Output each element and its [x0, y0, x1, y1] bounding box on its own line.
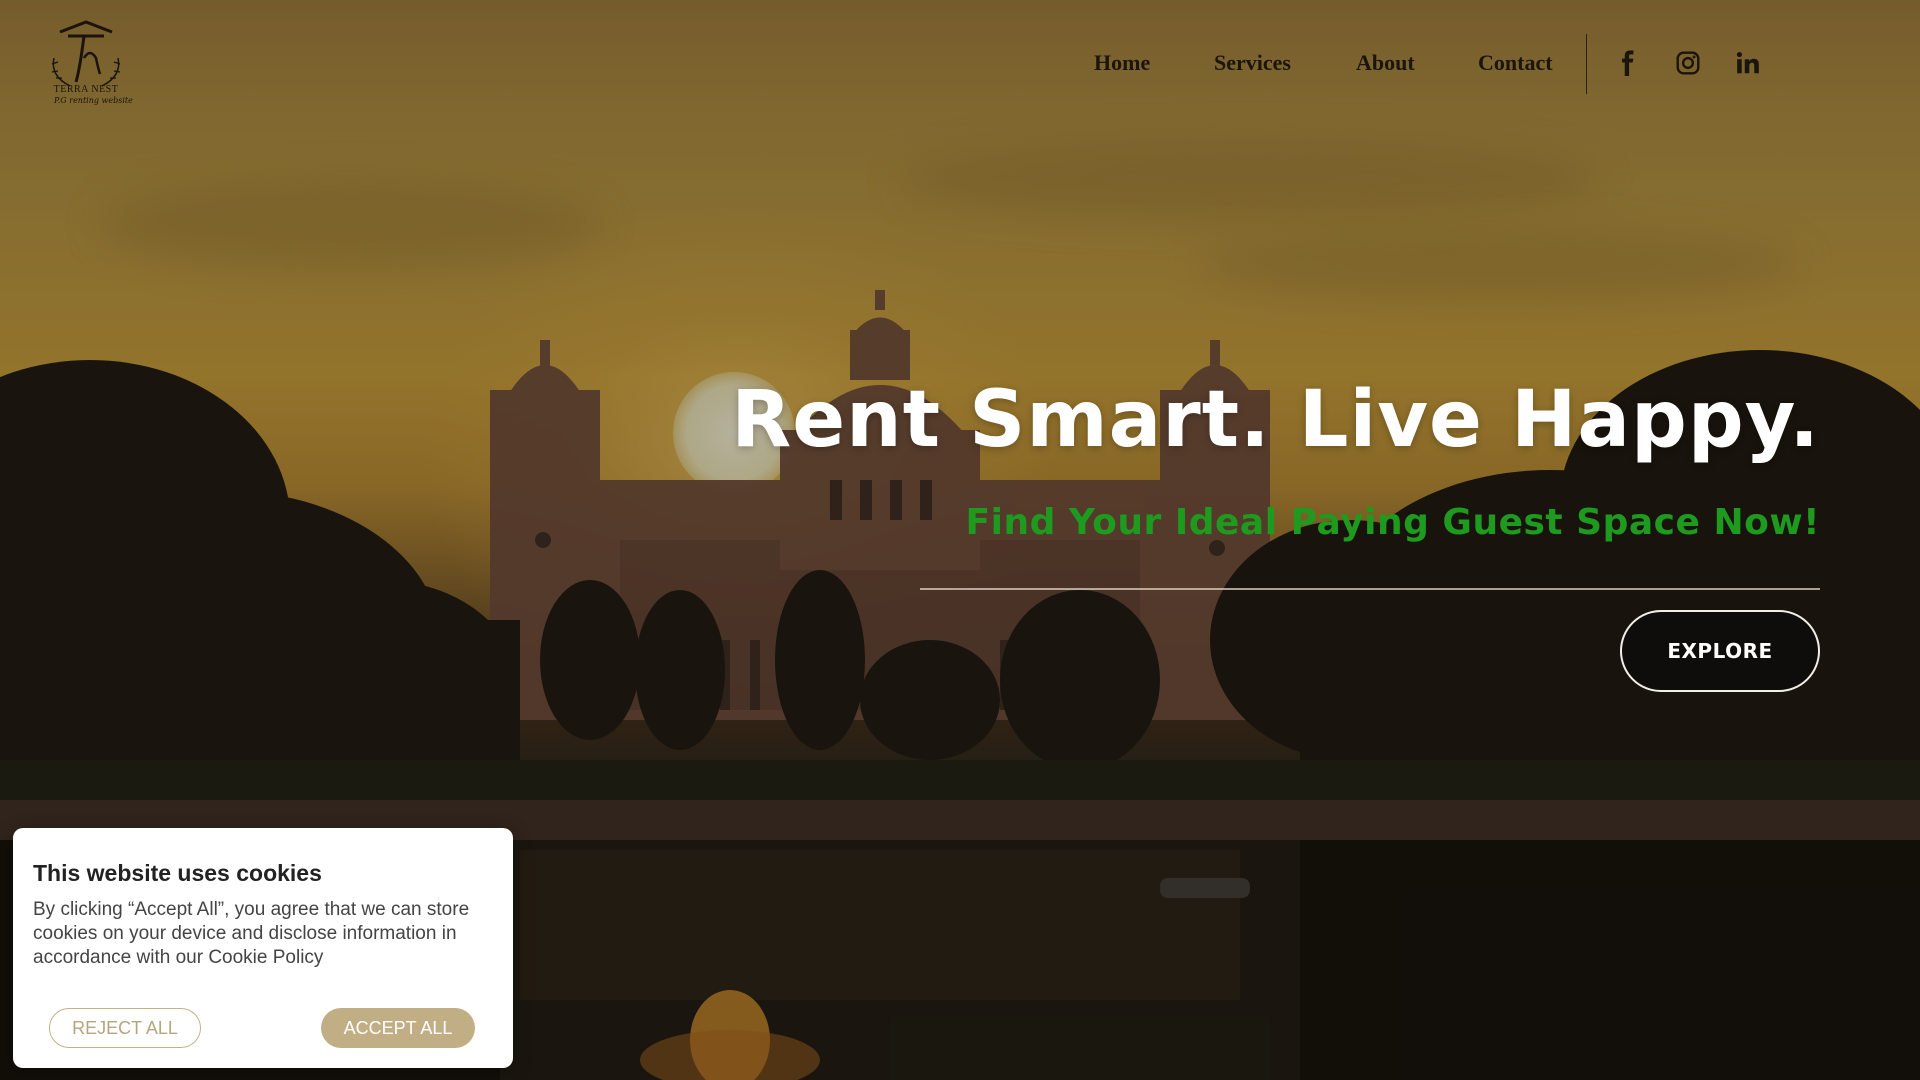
cookie-banner-text: By clicking “Accept All”, you agree that…: [33, 899, 470, 968]
nav-home[interactable]: Home: [1094, 50, 1150, 76]
reject-all-button[interactable]: REJECT ALL: [49, 1008, 201, 1048]
logo[interactable]: TERRA NEST P.G renting website: [40, 18, 133, 114]
logo-tagline: P.G renting website: [54, 96, 133, 105]
nav-about[interactable]: About: [1356, 50, 1415, 76]
logo-brand-text: TERRA NEST: [53, 84, 119, 95]
linkedin-icon: [1736, 51, 1759, 74]
accept-all-button[interactable]: ACCEPT ALL: [321, 1008, 475, 1048]
nav-services[interactable]: Services: [1214, 50, 1291, 76]
instagram-link[interactable]: [1673, 48, 1703, 78]
hero-subtitle: Find Your Ideal Paying Guest Space Now!: [965, 502, 1820, 543]
hero-divider: [920, 588, 1820, 590]
facebook-link[interactable]: [1613, 48, 1643, 78]
linkedin-link[interactable]: [1733, 48, 1763, 78]
nav-divider: [1586, 34, 1587, 94]
cookie-banner-title: This website uses cookies: [33, 860, 322, 886]
facebook-icon: [1622, 50, 1634, 76]
nav-contact[interactable]: Contact: [1478, 50, 1553, 76]
hero-title: Rent Smart. Live Happy.: [731, 375, 1820, 465]
explore-button[interactable]: EXPLORE: [1620, 610, 1820, 692]
cookie-banner: This website uses cookies By clicking “A…: [13, 828, 513, 1068]
instagram-icon: [1676, 51, 1700, 75]
